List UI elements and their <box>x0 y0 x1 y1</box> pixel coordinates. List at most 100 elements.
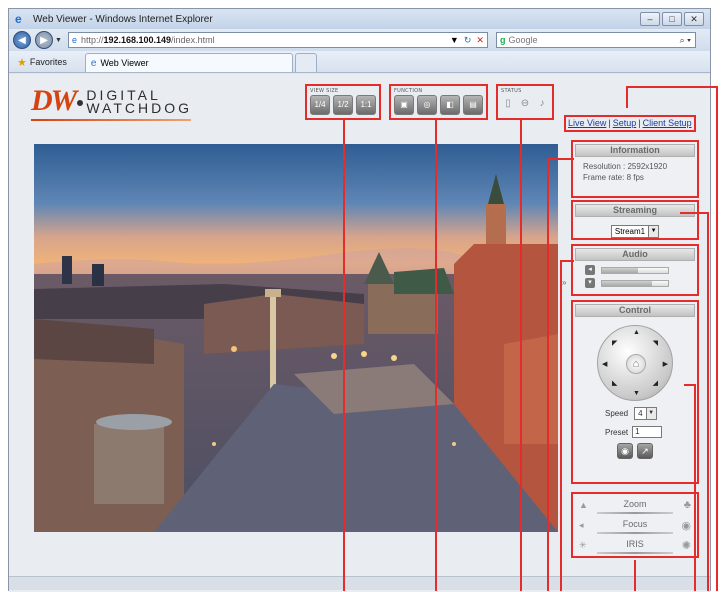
zoom-slider[interactable] <box>597 512 673 514</box>
stop-icon[interactable]: ✕ <box>476 35 484 46</box>
window-controls: – □ ✕ <box>640 12 704 26</box>
setup-link[interactable]: Setup <box>613 118 637 128</box>
lens-panel: ▲ Zoom ♣ ◂ Focus ◉ ✳ IRIS ✺ <box>571 492 699 558</box>
ptz-up-right-icon[interactable]: ◥ <box>653 339 658 347</box>
view-size-group: VIEW SIZE 1/4 1/2 1:1 <box>305 84 381 120</box>
ptz-down-right-icon[interactable]: ◢ <box>653 379 658 387</box>
status-label: STATUS <box>501 88 522 94</box>
audio-title: Audio <box>575 248 695 261</box>
zoom-row: ▲ Zoom ♣ <box>575 498 695 518</box>
tab-page-icon: e <box>90 57 97 69</box>
record-button[interactable]: ◧ <box>440 95 460 115</box>
logo-underline <box>31 119 191 121</box>
city-image <box>34 144 558 532</box>
focus-far-icon[interactable]: ◉ <box>681 519 691 532</box>
speaker-volume-slider[interactable] <box>601 266 669 274</box>
streaming-panel: Streaming Stream1 ▼ <box>571 200 699 240</box>
speed-dropdown-icon[interactable]: ▼ <box>645 408 656 419</box>
iris-open-icon[interactable]: ✺ <box>682 539 691 552</box>
preset-go-button[interactable]: ↗ <box>637 443 653 459</box>
focus-row: ◂ Focus ◉ <box>575 518 695 538</box>
tabs-row: ★ Favorites e Web Viewer <box>9 51 710 73</box>
snapshot-button[interactable]: ◎ <box>417 95 437 115</box>
live-view-link[interactable]: Live View <box>568 118 606 128</box>
ptz-right-icon[interactable]: ▶ <box>663 360 668 368</box>
close-button[interactable]: ✕ <box>684 12 704 26</box>
print-button[interactable]: ▤ <box>463 95 483 115</box>
control-title: Control <box>575 304 695 317</box>
preset-set-button[interactable]: ◉ <box>617 443 633 459</box>
address-dropdown-icon[interactable]: ▼ <box>450 35 459 46</box>
callout-line-function <box>435 118 437 591</box>
top-nav-links: Live View | Setup | Client Setup <box>564 115 696 132</box>
client-setup-link[interactable]: Client Setup <box>643 118 692 128</box>
stream-selected-value: Stream1 <box>614 227 646 236</box>
speaker-icon[interactable]: ◂ <box>585 265 595 275</box>
iris-label: IRIS <box>626 539 644 549</box>
callout-line-audio-h <box>560 260 574 262</box>
iris-row: ✳ IRIS ✺ <box>575 538 695 558</box>
forward-button[interactable]: ▶ <box>35 31 53 49</box>
maximize-button[interactable]: □ <box>662 12 682 26</box>
callout-line-streaming <box>707 212 709 591</box>
address-bar[interactable]: e http://192.168.100.149/index.html ▼ ↻ … <box>67 32 488 48</box>
callout-line-nav-h <box>626 86 718 88</box>
search-icon[interactable]: ⌕ ▾ <box>680 35 691 46</box>
callout-line-status <box>520 118 522 591</box>
ptz-up-left-icon[interactable]: ◤ <box>612 339 617 347</box>
nav-separator: | <box>638 118 641 128</box>
refresh-icon[interactable]: ↻ <box>464 35 472 46</box>
page-icon: e <box>71 35 77 45</box>
minimize-button[interactable]: – <box>640 12 660 26</box>
live-video-view[interactable] <box>34 144 558 532</box>
callout-line-streaming-h <box>680 212 709 214</box>
favorites-label: Favorites <box>29 57 67 67</box>
search-placeholder: Google <box>508 35 538 45</box>
stream-dropdown-icon[interactable]: ▼ <box>648 226 659 237</box>
ptz-up-icon[interactable]: ▲ <box>633 329 640 336</box>
speed-row: Speed 4 ▼ <box>605 407 695 420</box>
history-dropdown-icon[interactable]: ▼ <box>55 37 62 44</box>
view-size-quarter-button[interactable]: 1/4 <box>310 95 330 115</box>
microphone-icon[interactable]: ▾ <box>585 278 595 288</box>
search-box[interactable]: g Google ⌕ ▾ <box>495 32 696 48</box>
focus-label: Focus <box>622 519 648 529</box>
view-size-half-button[interactable]: 1/2 <box>333 95 353 115</box>
stream-select[interactable]: Stream1 ▼ <box>610 225 660 238</box>
ptz-down-icon[interactable]: ▼ <box>633 390 640 397</box>
ptz-joystick[interactable]: ▲ ▼ ◀ ▶ ◤ ◥ ◣ ◢ ⌂ <box>597 325 673 401</box>
logo-words: DIGITAL WATCHDOG <box>86 88 192 115</box>
motion-status-icon: ⊖ <box>520 98 530 109</box>
speed-value: 4 <box>638 409 643 418</box>
new-tab-button[interactable] <box>294 53 317 72</box>
ie-logo-icon: e <box>15 12 22 26</box>
back-button[interactable]: ◀ <box>13 31 31 49</box>
fullscreen-button[interactable]: ▣ <box>394 95 414 115</box>
speed-label: Speed <box>605 409 629 418</box>
speed-select[interactable]: 4 ▼ <box>634 407 657 420</box>
logo-mark: DW <box>31 84 77 117</box>
preset-input[interactable]: 1 <box>632 426 663 438</box>
zoom-in-icon[interactable]: ♣ <box>684 499 691 511</box>
favorites-button[interactable]: ★ Favorites <box>17 52 67 72</box>
ptz-left-icon[interactable]: ◀ <box>602 360 607 368</box>
callout-line-nav-v <box>626 86 628 108</box>
ptz-home-button[interactable]: ⌂ <box>626 354 646 374</box>
status-group: STATUS ▯ ⊖ ♪ <box>496 84 554 120</box>
iris-slider[interactable] <box>597 552 673 554</box>
tab-label: Web Viewer <box>100 58 149 68</box>
audio-panel: Audio ◂ ▾ <box>571 244 699 296</box>
google-logo-icon: g <box>499 35 506 45</box>
digital-watchdog-logo: DW DIGITAL WATCHDOG <box>31 84 192 121</box>
information-title: Information <box>575 144 695 157</box>
title-bar: e Web Viewer - Windows Internet Explorer… <box>9 9 710 29</box>
focus-slider[interactable] <box>597 532 673 534</box>
ptz-down-left-icon[interactable]: ◣ <box>612 379 617 387</box>
microphone-volume-slider[interactable] <box>601 279 669 287</box>
address-actions: ▼ ↻ ✕ <box>450 35 484 46</box>
callout-line-lens <box>634 560 636 591</box>
collapse-arrow-icon[interactable]: » <box>562 278 566 287</box>
view-size-full-button[interactable]: 1:1 <box>356 95 376 115</box>
callout-line-information-h <box>547 158 574 160</box>
tab-web-viewer[interactable]: e Web Viewer <box>84 53 293 72</box>
